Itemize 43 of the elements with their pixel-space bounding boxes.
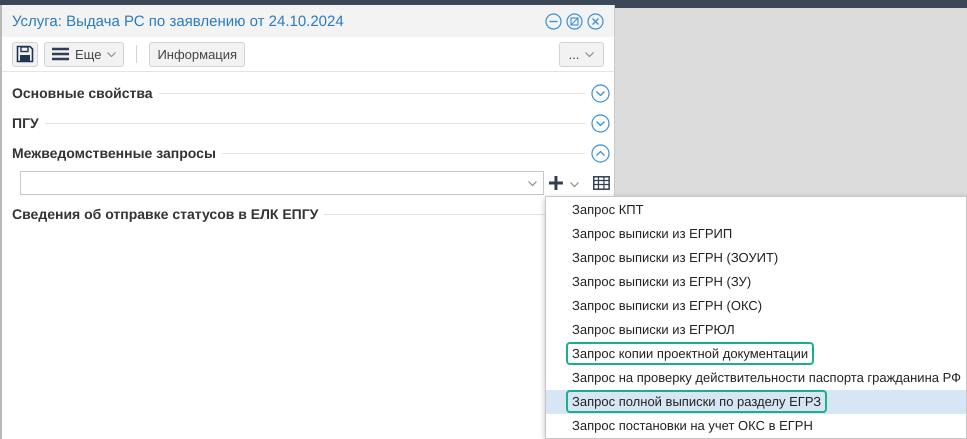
item-label: Запрос КПТ (571, 200, 645, 219)
expand-icon[interactable] (591, 114, 610, 132)
menu-item[interactable]: Запрос на проверку действительности паспорта гражданина РФ (546, 366, 966, 390)
caret-icon (528, 180, 538, 186)
overflow-button[interactable]: ... (559, 42, 604, 66)
highlight-outline: Запрос копии проектной документации (566, 342, 814, 366)
expand-icon[interactable] (591, 84, 610, 102)
close-icon[interactable] (587, 12, 604, 30)
menu-item[interactable]: Запрос копии проектной документации (546, 342, 966, 366)
menu-item[interactable]: Запрос выписки из ЕГРН (ОКС) (546, 293, 966, 318)
add-icon[interactable] (548, 175, 564, 191)
section-title: Межведомственные запросы (12, 145, 216, 161)
minimize-icon[interactable] (545, 12, 562, 30)
collapse-icon[interactable] (591, 144, 610, 162)
select-field[interactable] (20, 171, 544, 195)
highlight-outline: Запрос полной выписки по разделу ЕГРЗ (566, 390, 828, 414)
item-label: Запрос выписки из ЕГРН (ЗУ) (571, 272, 752, 291)
section-title: Сведения об отправке статусов в ЕЛК ЕПГУ (12, 206, 318, 222)
item-label: Запрос выписки из ЕГРЮЛ (571, 321, 736, 340)
section-title: ПГУ (12, 115, 39, 131)
item-label: Запрос выписки из ЕГРН (ЗОУИТ) (571, 248, 780, 267)
caret-icon (107, 52, 116, 56)
menu-item[interactable]: Запрос полной выписки по разделу ЕГРЗ (546, 390, 966, 414)
more-button[interactable]: Еще (44, 42, 124, 66)
info-button[interactable]: Информация (149, 42, 246, 66)
window-title: Услуга: Выдача РС по заявлению от 24.10.2024 (12, 12, 345, 30)
menu-item[interactable]: Запрос выписки из ЕГРН (ЗУ) (546, 269, 966, 294)
item-label: Запрос выписки из ЕГРИП (571, 224, 734, 243)
save-button[interactable] (12, 42, 38, 66)
menu-item[interactable]: Запрос КПТ (546, 197, 966, 222)
item-label: Запрос выписки из ЕГРН (ОКС) (571, 296, 764, 315)
caret-icon[interactable] (570, 182, 580, 187)
menu-icon (52, 47, 69, 61)
menu-item[interactable]: Запрос выписки из ЕГРЮЛ (546, 317, 966, 342)
menu-item[interactable]: Запрос выписки из ЕГРН (ЗОУИТ) (546, 245, 966, 270)
section-title: Основные свойства (12, 85, 153, 101)
menu-item[interactable]: Запрос постановки на учет ОКС в ЕГРН (546, 414, 966, 438)
caret-icon (585, 52, 594, 56)
menu-item[interactable]: Запрос выписки из ЕГРИП (546, 221, 966, 246)
restore-icon[interactable] (566, 12, 583, 30)
item-label: Запрос на проверку действительности паспорта гражданина РФ (571, 369, 962, 388)
table-icon[interactable] (593, 176, 610, 190)
item-label: Запрос постановки на учет ОКС в ЕГРН (571, 417, 814, 436)
